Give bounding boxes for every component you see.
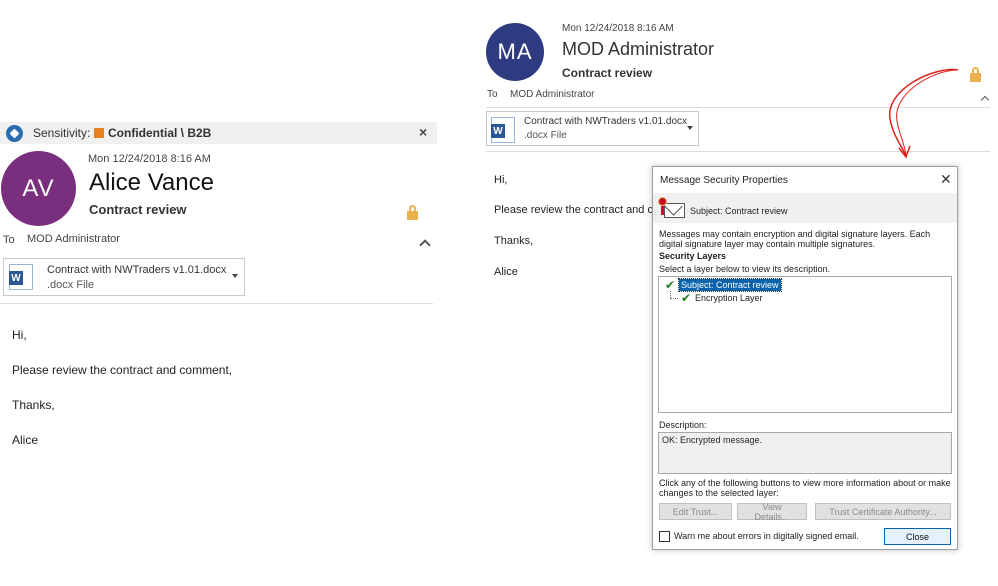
attachment-name: Contract with NWTraders v1.01.docx xyxy=(47,264,227,276)
to-label: To xyxy=(3,234,15,246)
attachment-card[interactable]: W Contract with NWTraders v1.01.docx .do… xyxy=(3,258,245,296)
tree-item-encryption-layer[interactable]: Encryption Layer xyxy=(695,292,763,304)
chevron-up-icon[interactable] xyxy=(419,239,431,251)
trust-certificate-authority-button[interactable]: Trust Certificate Authority... xyxy=(815,503,951,520)
body-line-request: Please review the contract and comment, xyxy=(12,363,233,377)
body-line-request: Please review the contract and c xyxy=(494,204,653,216)
sensitivity-label: Sensitivity: xyxy=(33,126,91,140)
recipient[interactable]: MOD Administrator xyxy=(510,89,594,100)
dropdown-caret-icon[interactable] xyxy=(687,126,693,130)
body-line-signature: Alice xyxy=(494,266,518,278)
avatar[interactable]: MA xyxy=(486,23,544,81)
description-text: OK: Encrypted message. xyxy=(662,435,763,445)
security-layers-tree[interactable]: ✔ Subject: Contract review ✔ Encryption … xyxy=(658,276,952,413)
body-line-thanks: Thanks, xyxy=(494,235,534,247)
avatar-initials: MA xyxy=(497,39,533,64)
attachment-type: .docx File xyxy=(524,130,567,141)
buttons-info-text: Click any of the following buttons to vi… xyxy=(659,478,951,498)
edit-trust-button[interactable]: Edit Trust... xyxy=(659,503,732,520)
sensitivity-tag-icon xyxy=(6,125,23,142)
envelope-seal-icon xyxy=(664,203,685,218)
chevron-up-icon[interactable] xyxy=(980,95,990,105)
close-icon[interactable]: ✕ xyxy=(940,171,952,188)
tree-item-subject[interactable]: Subject: Contract review xyxy=(678,278,782,292)
sensitivity-bar: Sensitivity: Confidential \ B2B × xyxy=(0,122,437,144)
tree-connector xyxy=(670,298,678,299)
sender-name[interactable]: MOD Administrator xyxy=(562,39,714,60)
message-subject: Contract review xyxy=(562,66,653,80)
view-details-button[interactable]: View Details... xyxy=(737,502,807,522)
sensitivity-color-swatch xyxy=(94,128,104,138)
close-button[interactable]: Close xyxy=(884,528,951,545)
sender-name[interactable]: Alice Vance xyxy=(89,169,214,197)
avatar[interactable]: AV xyxy=(1,151,76,226)
message-date: Mon 12/24/2018 8:16 AM xyxy=(562,23,674,34)
message-date: Mon 12/24/2018 8:16 AM xyxy=(88,153,211,165)
sensitivity-value[interactable]: Confidential \ B2B xyxy=(108,126,211,140)
body-line-greeting: Hi, xyxy=(12,328,27,342)
dialog-title: Message Security Properties xyxy=(660,175,788,186)
description-label: Description: xyxy=(659,420,707,430)
tree-connector xyxy=(670,291,671,298)
avatar-initials: AV xyxy=(22,174,55,202)
checkmark-icon: ✔ xyxy=(665,278,676,292)
attachment-name: Contract with NWTraders v1.01.docx xyxy=(524,116,688,127)
security-layers-heading: Security Layers xyxy=(659,251,727,261)
body-line-signature: Alice xyxy=(12,433,39,447)
word-document-icon: W xyxy=(491,117,515,143)
body-line-thanks: Thanks, xyxy=(12,398,55,412)
divider xyxy=(0,303,433,304)
recipient[interactable]: MOD Administrator xyxy=(27,233,120,245)
description-box[interactable]: OK: Encrypted message. xyxy=(658,432,952,474)
to-label: To xyxy=(487,89,498,100)
certificate-seal-icon xyxy=(658,197,667,215)
message-subject: Contract review xyxy=(89,202,187,217)
body-line-greeting: Hi, xyxy=(494,174,508,186)
dropdown-caret-icon[interactable] xyxy=(232,274,238,278)
message-security-properties-dialog: Message Security Properties ✕ Subject: C… xyxy=(652,166,958,550)
security-layers-hint: Select a layer below to view its descrip… xyxy=(659,264,831,274)
close-icon[interactable]: × xyxy=(419,124,427,140)
lock-icon[interactable] xyxy=(407,205,418,220)
attachment-card[interactable]: W Contract with NWTraders v1.01.docx .do… xyxy=(486,111,699,146)
warn-errors-label[interactable]: Warn me about errors in digitally signed… xyxy=(674,531,859,541)
word-document-icon: W xyxy=(9,264,33,290)
dialog-description: Messages may contain encryption and digi… xyxy=(659,229,931,249)
attachment-type: .docx File xyxy=(47,279,95,291)
left-message-pane: Sensitivity: Confidential \ B2B × AV Mon… xyxy=(0,120,438,460)
checkmark-icon: ✔ xyxy=(681,291,692,305)
dialog-subject: Subject: Contract review xyxy=(690,206,788,216)
warn-errors-checkbox[interactable] xyxy=(659,531,670,542)
curved-arrow-icon xyxy=(889,68,959,159)
